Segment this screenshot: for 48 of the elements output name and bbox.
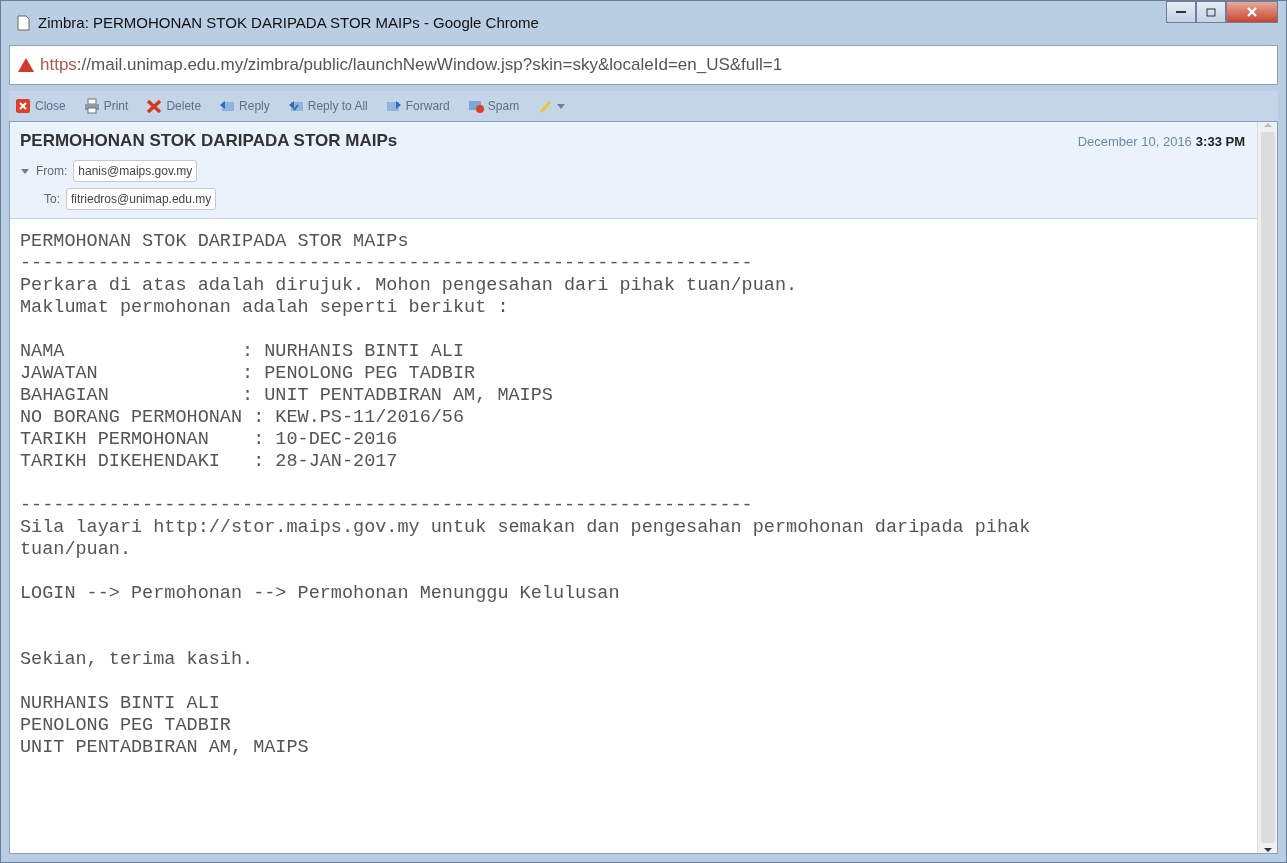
- spam-button[interactable]: Spam: [465, 97, 522, 115]
- close-button[interactable]: [1226, 1, 1278, 23]
- print-button[interactable]: Print: [81, 97, 131, 115]
- close-message-button[interactable]: Close: [13, 97, 68, 115]
- url-text: https://mail.unimap.edu.my/zimbra/public/launchNewWindow.jsp?skin=sky&localeId=en_US&full=1: [40, 54, 783, 77]
- window-title: Zimbra: PERMOHONAN STOK DARIPADA STOR MAIPs - Google Chrome: [38, 12, 539, 33]
- body-text-line: LOGIN --> Permohonan --> Permohonan Menunggu Kelulusan: [20, 582, 620, 605]
- body-text-line: Sekian, terima kasih.: [20, 648, 254, 671]
- body-text-line: PENOLONG PEG TADBIR: [20, 714, 231, 737]
- message-date: December 10, 2016: [1077, 133, 1192, 151]
- message-time: 3:33 PM: [1195, 133, 1245, 151]
- body-text-line: NO BORANG PERMOHONAN : KEW.PS-11/2016/56: [20, 406, 465, 429]
- dashed-separator: ------------------------------------------------------------------: [20, 252, 753, 275]
- minimize-button[interactable]: [1166, 1, 1196, 23]
- from-label: From:: [36, 162, 68, 180]
- message-subject: PERMOHONAN STOK DARIPADA STOR MAIPs: [20, 130, 398, 152]
- close-icon: [1246, 6, 1258, 18]
- delete-button[interactable]: Delete: [144, 97, 204, 115]
- scroll-down-icon[interactable]: [1263, 847, 1272, 853]
- dashed-separator: ------------------------------------------------------------------: [20, 494, 753, 517]
- caret-icon: [557, 103, 566, 109]
- close-icon: [15, 98, 31, 114]
- body-text-line: Sila layari http://stor.maips.gov.my untuk semakan dan pengesahan permohonan daripada pihak: [20, 516, 1031, 539]
- page-icon: [17, 15, 30, 31]
- minimize-icon: [1176, 10, 1186, 14]
- reply-all-button[interactable]: Reply to All: [285, 97, 370, 115]
- cross-icon: [146, 98, 163, 114]
- body-text-line: UNIT PENTADBIRAN AM, MAIPS: [20, 736, 309, 759]
- expand-arrow-icon[interactable]: [20, 166, 30, 175]
- recipient-address[interactable]: fitriedros@unimap.edu.my: [66, 187, 217, 210]
- body-text-line: TARIKH PERMOHONAN : 10-DEC-2016: [20, 428, 398, 451]
- body-text-line: JAWATAN : PENOLONG PEG TADBIR: [20, 362, 476, 385]
- body-text-line: Perkara di atas adalah dirujuk. Mohon pengesahan dari pihak tuan/puan.: [20, 274, 798, 297]
- body-text-line: TARIKH DIKEHENDAKI : 28-JAN-2017: [20, 450, 398, 473]
- printer-icon: [83, 98, 100, 114]
- body-text-line: NURHANIS BINTI ALI: [20, 692, 220, 715]
- body-text-line: Maklumat permohonan adalah seperti berikut :: [20, 296, 509, 319]
- body-text-line: tuan/puan.: [20, 538, 132, 561]
- body-text-line: NAMA : NURHANIS BINTI ALI: [20, 340, 465, 363]
- maximize-icon: [1206, 7, 1216, 17]
- to-label: To:: [44, 190, 60, 208]
- body-text-line: BAHAGIAN : UNIT PENTADBIRAN AM, MAIPS: [20, 384, 553, 407]
- address-bar[interactable]: https://mail.unimap.edu.my/zimbra/public/launchNewWindow.jsp?skin=sky&localeId=en_US&full=1: [9, 45, 1278, 85]
- sender-address[interactable]: hanis@maips.gov.my: [73, 159, 198, 182]
- scrollbar[interactable]: [1257, 122, 1277, 853]
- body-text-line: PERMOHONAN STOK DARIPADA STOR MAIPs: [20, 230, 409, 253]
- forward-button[interactable]: Forward: [383, 97, 452, 115]
- reply-button[interactable]: Reply: [217, 97, 272, 115]
